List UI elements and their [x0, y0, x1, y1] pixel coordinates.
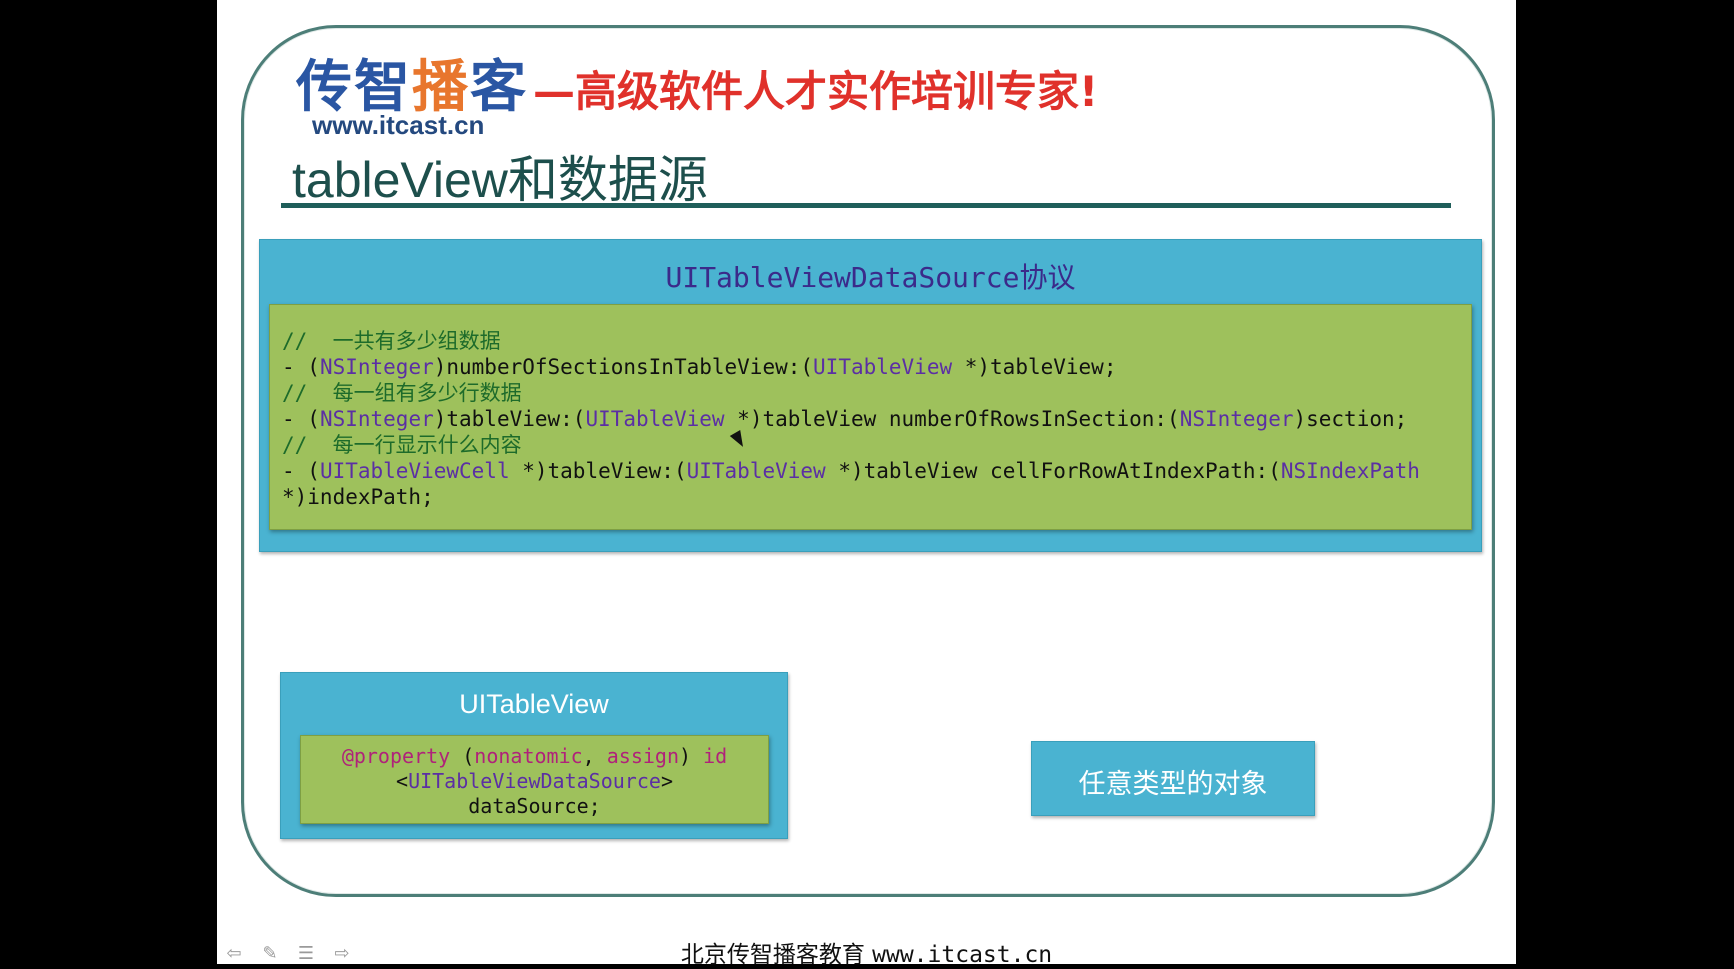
code-token: )numberOfSectionsInTableView:(: [433, 355, 814, 379]
protocol-code: // 一共有多少组数据 - (NSInteger)numberOfSections…: [282, 328, 1420, 510]
website-label: www.itcast.cn: [312, 110, 485, 140]
code-token: *)tableView numberOfRowsInSection:(: [724, 407, 1180, 431]
code-datasource-name: dataSource;: [468, 794, 601, 818]
protocol-code-box: // 一共有多少组数据 - (NSInteger)numberOfSections…: [269, 304, 1472, 530]
code-comment-line: // 每一组有多少行数据: [282, 380, 1420, 406]
code-comment-line: // 每一行显示什么内容: [282, 432, 1420, 458]
code-angle-open: <: [396, 769, 409, 793]
code-token: *)tableView cellForRowAtIndexPath:(: [825, 459, 1281, 483]
code-line: *)indexPath;: [282, 484, 1420, 510]
code-type: UITableView: [813, 355, 953, 379]
code-token: *)tableView;: [952, 355, 1117, 379]
code-line: - (NSInteger)tableView:(UITableView *)ta…: [282, 406, 1420, 432]
protocol-title: UITableViewDataSource协议: [260, 256, 1481, 296]
tableview-code: @property (nonatomic, assign) id <UITabl…: [301, 744, 768, 819]
tableview-code-box: @property (nonatomic, assign) id <UITabl…: [300, 735, 769, 824]
code-token: - (: [282, 355, 320, 379]
code-type: UITableView: [686, 459, 826, 483]
code-type: NSInteger: [319, 355, 434, 379]
arrow-left-icon[interactable]: ⇦: [221, 944, 247, 964]
code-sep: ,: [582, 744, 607, 768]
page-title: tableView和数据源: [292, 152, 708, 208]
code-line: - (NSInteger)numberOfSectionsInTableView…: [282, 354, 1420, 380]
pen-icon[interactable]: ✎: [257, 944, 283, 964]
code-paren-open: (: [450, 744, 475, 768]
code-line: - (UITableViewCell *)tableView:(UITableV…: [282, 458, 1420, 484]
code-type: UITableViewCell: [319, 459, 510, 483]
title-divider: [281, 203, 1451, 208]
slide: 传智播客 —高级软件人才实作培训专家! www.itcast.cn tableV…: [217, 0, 1516, 968]
code-token: - (: [282, 407, 320, 431]
code-token: - (: [282, 459, 320, 483]
any-object-box: 任意类型的对象: [1031, 741, 1315, 816]
protocol-suffix: 协议: [1019, 261, 1076, 294]
comment-text: // 每一行显示什么内容: [282, 433, 522, 457]
code-property-keyword: @property: [341, 744, 451, 768]
code-type: NSIndexPath: [1280, 459, 1420, 483]
arrow-right-icon[interactable]: ⇨: [329, 944, 355, 964]
code-angle-close: >: [660, 769, 673, 793]
slogan: —高级软件人才实作培训专家!: [533, 67, 1099, 116]
code-type: NSInteger: [319, 407, 434, 431]
code-type: UITableView: [585, 407, 725, 431]
comment-text: // 一共有多少组数据: [282, 329, 501, 353]
code-nonatomic: nonatomic: [474, 744, 583, 768]
code-assign: assign: [606, 744, 679, 768]
code-datasource-type: UITableViewDataSource: [408, 769, 661, 793]
code-token: )tableView:(: [433, 407, 586, 431]
comment-text: // 每一组有多少行数据: [282, 381, 522, 405]
footer-url: www.itcast.cn: [872, 942, 1053, 968]
code-id: id: [703, 744, 728, 768]
menu-icon[interactable]: ☰: [293, 944, 319, 964]
slide-navigation: ⇦ ✎ ☰ ⇨: [221, 944, 355, 964]
code-token: *)indexPath;: [282, 485, 434, 509]
footer-text: 北京传智播客教育: [680, 942, 865, 968]
code-type: NSInteger: [1179, 407, 1294, 431]
code-comment-line: // 一共有多少组数据: [282, 328, 1420, 354]
protocol-name: UITableViewDataSource: [665, 261, 1020, 294]
any-object-label: 任意类型的对象: [1078, 769, 1268, 800]
code-token: )section;: [1293, 407, 1408, 431]
tableview-title: UITableView: [459, 689, 609, 719]
code-token: *)tableView:(: [509, 459, 687, 483]
code-paren-close: ): [679, 744, 704, 768]
